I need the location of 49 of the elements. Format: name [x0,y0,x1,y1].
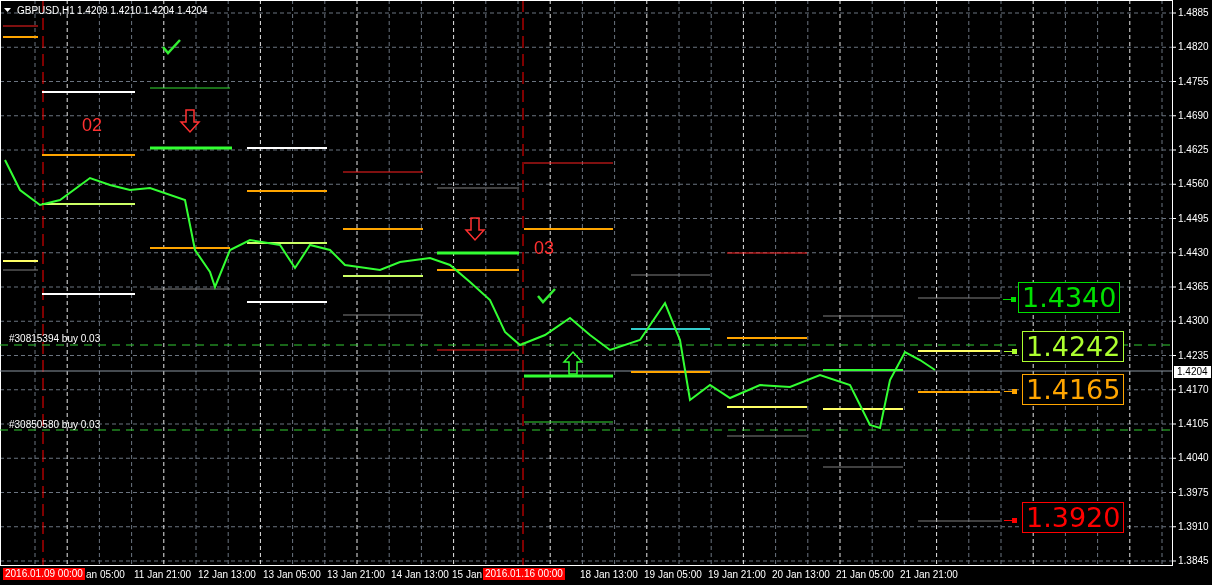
price-tick-label: 1.4300 [1178,316,1209,327]
price-level-label: 1.4165 [1022,374,1125,405]
up-arrow-icon [562,350,584,375]
price-tick-label: 1.4235 [1178,350,1209,361]
time-label: 21 Jan 21:00 [900,570,958,580]
quote-values: 1.4209 1.4210 1.4204 1.4204 [77,6,208,16]
time-label: 21 Jan 05:00 [836,570,894,580]
time-label: 18 Jan 13:00 [580,570,638,580]
dropdown-triangle-icon [4,8,11,12]
time-label: 14 Jan 13:00 [391,570,449,580]
order-label: #30815394 buy 0.03 [9,334,101,344]
price-level-label: 1.3920 [1022,502,1125,533]
price-tick-label: 1.4755 [1178,76,1209,87]
price-tick-label: 1.4105 [1178,419,1209,429]
price-level-label: 1.4340 [1018,282,1121,313]
chart-symbol: GBPUSD,H1 [17,6,75,16]
price-level-label: 1.4242 [1022,331,1125,362]
price-tick-label: 1.4040 [1178,453,1209,464]
price-tick-label: 1.3910 [1178,521,1209,532]
order-label: #30850580 buy 0.03 [9,420,101,430]
price-tick-label: 1.4625 [1178,145,1209,155]
price-tick-label: 1.4365 [1178,282,1209,292]
period-separator-label: 2016.01.16 00:00 [483,568,565,580]
period-separator-label: 2016.01.09 00:00 [3,568,85,580]
price-tick-label: 1.4170 [1178,384,1209,395]
down-arrow-icon [464,217,486,242]
time-label: 19 Jan 05:00 [644,570,702,580]
check-icon [162,39,181,55]
time-label: 13 Jan 05:00 [263,570,321,580]
current-price-label: 1.4204 [1174,366,1211,378]
down-arrow-icon [179,109,201,134]
time-label: 11 Jan 21:00 [134,570,192,580]
wave-label: 02 [82,116,103,134]
time-label: an 05:00 [86,570,125,580]
wave-label: 03 [534,239,555,257]
price-tick-label: 1.4560 [1178,179,1209,190]
price-tick-label: 1.4430 [1178,247,1209,258]
price-tick-label: 1.4495 [1178,213,1209,224]
time-label: 12 Jan 13:00 [198,570,256,580]
time-label: 19 Jan 21:00 [708,570,766,580]
price-tick-label: 1.4820 [1178,42,1209,53]
time-label: 20 Jan 13:00 [772,570,830,580]
check-icon [537,288,556,304]
price-tick-label: 1.3975 [1178,487,1209,498]
price-tick-label: 1.3845 [1178,556,1209,566]
price-tick-label: 1.4885 [1178,8,1209,18]
time-label: 13 Jan 21:00 [327,570,385,580]
time-label: 15 Jan [452,570,483,580]
price-tick-label: 1.4690 [1178,110,1209,121]
